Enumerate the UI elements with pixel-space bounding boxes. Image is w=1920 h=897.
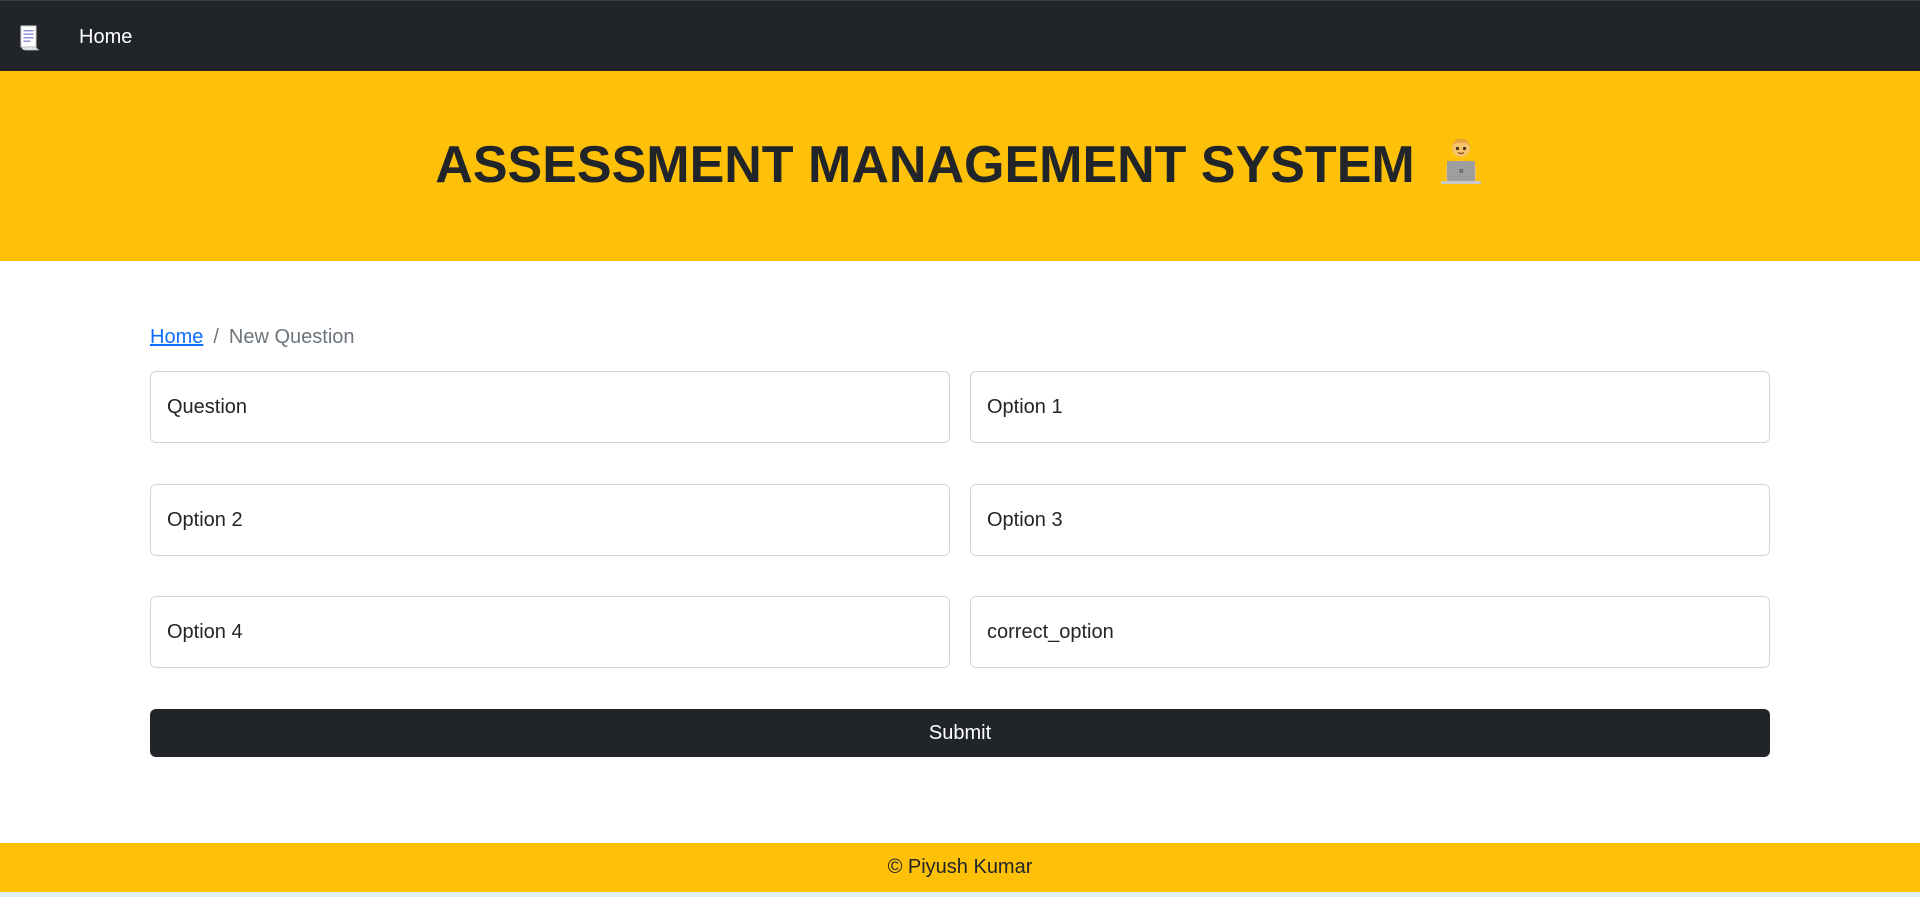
footer-copyright: © Piyush Kumar	[887, 856, 1033, 878]
hero-banner: ASSESSMENT MANAGEMENT SYSTEM	[0, 71, 1920, 261]
option3-input[interactable]	[970, 484, 1770, 556]
page-title-text: ASSESSMENT MANAGEMENT SYSTEM	[435, 136, 1415, 194]
submit-button[interactable]: Submit	[150, 709, 1770, 757]
navbar: Home	[0, 0, 1920, 71]
breadcrumb-current: New Question	[228, 326, 355, 348]
breadcrumb-separator: /	[213, 326, 219, 348]
footer: © Piyush Kumar	[0, 843, 1920, 892]
breadcrumb-home-link[interactable]: Home	[150, 326, 203, 348]
option1-input[interactable]	[970, 371, 1770, 443]
page-bottom-strip	[0, 892, 1920, 897]
technologist-laptop-icon	[1440, 138, 1481, 184]
page-title: ASSESSMENT MANAGEMENT SYSTEM	[0, 133, 1920, 197]
correct-option-input[interactable]	[970, 596, 1770, 668]
option4-input[interactable]	[150, 596, 950, 668]
breadcrumb: Home / New Question	[150, 325, 355, 349]
option2-input[interactable]	[150, 484, 950, 556]
nav-home-link[interactable]: Home	[79, 23, 132, 51]
question-input[interactable]	[150, 371, 950, 443]
scroll-icon[interactable]	[20, 25, 40, 51]
